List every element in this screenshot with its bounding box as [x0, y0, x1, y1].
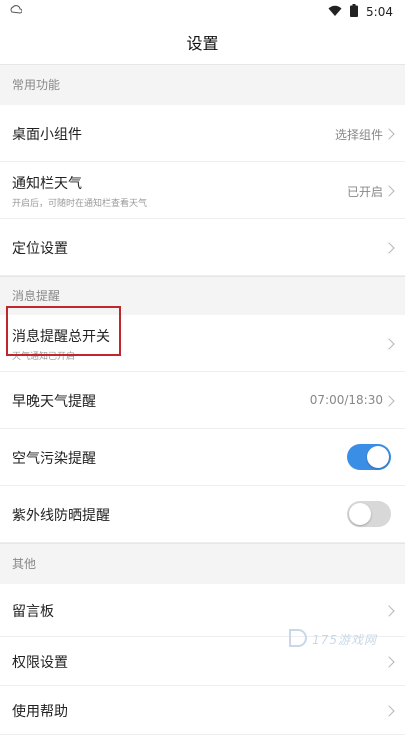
- row-title: 使用帮助: [12, 704, 68, 720]
- row-title: 桌面小组件: [12, 127, 82, 143]
- chevron-right-icon: [383, 185, 395, 197]
- wifi-icon: [328, 5, 342, 20]
- row-subtitle: 开启后，可随时在通知栏查看天气: [12, 199, 148, 209]
- row-title: 空气污染提醒: [12, 451, 96, 467]
- row-title: 权限设置: [12, 655, 68, 671]
- row-morning-evening[interactable]: 早晚天气提醒 07:00/18:30: [0, 372, 405, 429]
- row-widget[interactable]: 桌面小组件 选择组件: [0, 105, 405, 162]
- notification-icon: [10, 4, 23, 19]
- row-location[interactable]: 定位设置: [0, 219, 405, 276]
- chevron-right-icon: [383, 605, 395, 617]
- row-title: 定位设置: [12, 241, 68, 257]
- highlight-annotation: [6, 306, 121, 356]
- page-title: 设置: [0, 24, 405, 64]
- air-pollution-toggle[interactable]: [347, 444, 391, 470]
- row-title: 通知栏天气: [12, 176, 82, 192]
- row-title: 留言板: [12, 604, 54, 620]
- row-air-pollution: 空气污染提醒: [0, 429, 405, 486]
- battery-icon: [350, 4, 359, 20]
- row-uv: 紫外线防晒提醒: [0, 486, 405, 543]
- status-bar: 5:04: [0, 0, 405, 24]
- watermark-text: 175游戏网: [312, 633, 377, 647]
- watermark-logo-icon: [286, 627, 308, 652]
- chevron-right-icon: [383, 242, 395, 254]
- status-time: 5:04: [366, 5, 393, 19]
- chevron-right-icon: [383, 338, 395, 350]
- row-value: 07:00/18:30: [309, 393, 383, 407]
- chevron-right-icon: [383, 395, 395, 407]
- section-header-other: 其他: [0, 543, 405, 584]
- watermark: 175游戏网: [286, 627, 377, 652]
- chevron-right-icon: [383, 128, 395, 140]
- uv-toggle[interactable]: [347, 501, 391, 527]
- row-value: 已开启: [346, 185, 383, 199]
- row-title: 紫外线防晒提醒: [12, 508, 110, 524]
- row-help[interactable]: 使用帮助: [0, 686, 405, 735]
- row-value: 选择组件: [334, 128, 383, 142]
- chevron-right-icon: [383, 656, 395, 668]
- row-notification-weather[interactable]: 通知栏天气 开启后，可随时在通知栏查看天气 已开启: [0, 162, 405, 219]
- chevron-right-icon: [383, 705, 395, 717]
- section-header-common: 常用功能: [0, 64, 405, 105]
- row-title: 早晚天气提醒: [12, 394, 96, 410]
